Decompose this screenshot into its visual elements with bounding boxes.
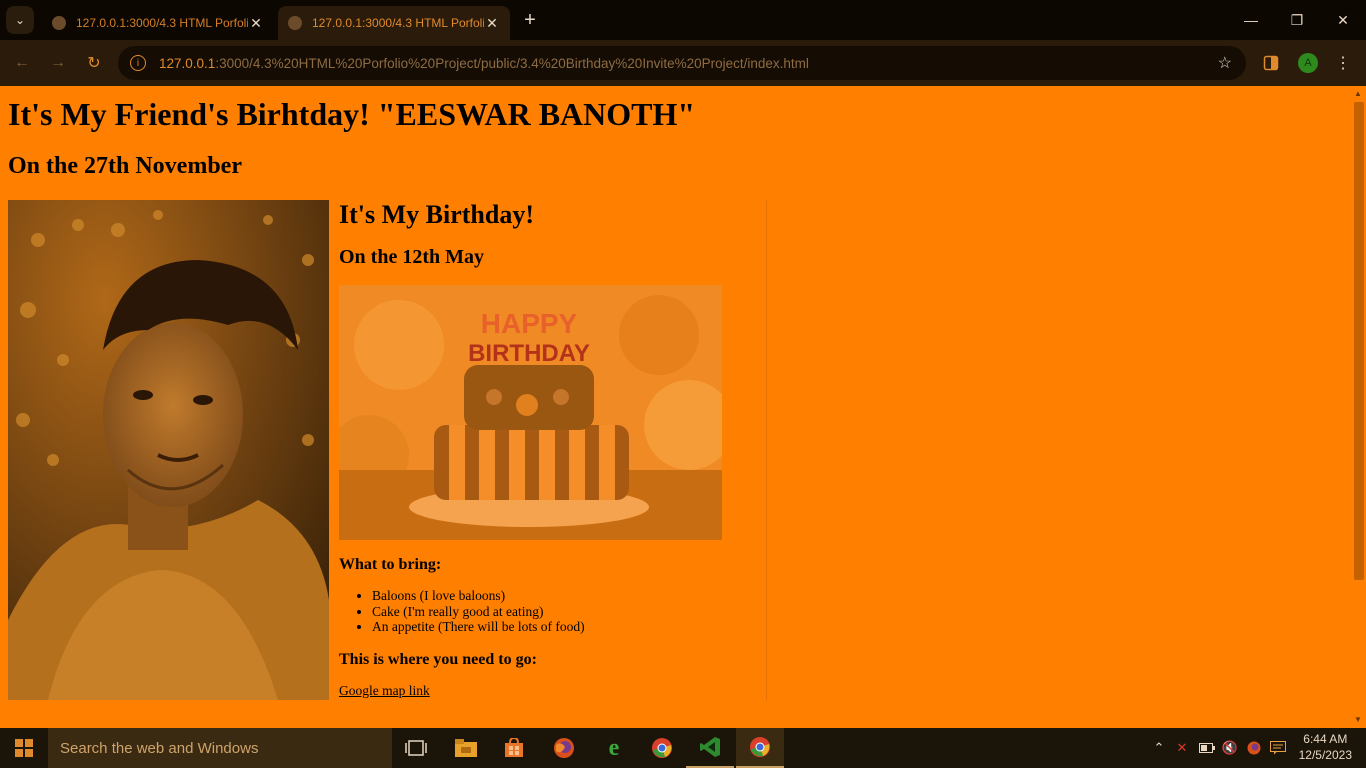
scrollbar-thumb[interactable] <box>1354 102 1364 580</box>
start-button[interactable] <box>0 728 48 768</box>
profile-avatar[interactable]: A <box>1298 53 1318 73</box>
firefox-tray-icon[interactable] <box>1245 739 1263 757</box>
edge-icon: e <box>608 734 620 761</box>
close-window-button[interactable]: ✕ <box>1320 0 1366 40</box>
task-view-icon <box>405 740 427 756</box>
scroll-down-arrow[interactable]: ▼ <box>1353 715 1363 725</box>
vscode-app[interactable] <box>686 728 734 768</box>
tab-title: 127.0.0.1:3000/4.3 HTML Porfolio <box>312 16 484 30</box>
search-placeholder: Search the web and Windows <box>60 739 259 757</box>
store-app[interactable] <box>490 728 538 768</box>
side-panel-icon[interactable] <box>1260 52 1282 74</box>
network-icon[interactable]: ✕ <box>1173 739 1191 757</box>
file-explorer-app[interactable] <box>442 728 490 768</box>
close-tab-icon[interactable]: ✕ <box>248 15 264 32</box>
chrome-app[interactable] <box>638 728 686 768</box>
forward-button[interactable]: → <box>46 51 70 75</box>
firefox-app[interactable] <box>540 728 588 768</box>
system-clock[interactable]: 6:44 AM 12/5/2023 <box>1299 731 1352 763</box>
globe-icon <box>288 16 302 30</box>
chrome-icon <box>652 738 672 758</box>
page-scrollbar[interactable]: ▲ ▼ <box>1350 86 1366 728</box>
restore-button[interactable]: ❐ <box>1274 0 1320 40</box>
scroll-up-arrow[interactable]: ▲ <box>1353 89 1363 99</box>
cake-happy-text: HAPPY <box>481 308 578 339</box>
google-map-link[interactable]: Google map link <box>339 683 430 699</box>
site-info-icon[interactable]: i <box>130 55 146 71</box>
clock-time: 6:44 AM <box>1303 732 1348 746</box>
tab-1[interactable]: 127.0.0.1:3000/4.3 HTML Porfolio ✕ <box>42 6 274 40</box>
back-button[interactable]: ← <box>10 51 34 75</box>
task-view-button[interactable] <box>392 728 440 768</box>
birthday-cake-image: HAPPY BIRTHDAY <box>339 285 722 540</box>
tab-strip: ⌄ 127.0.0.1:3000/4.3 HTML Porfolio ✕ 127… <box>0 0 1366 40</box>
url-host: 127.0.0.1 <box>159 55 216 71</box>
bring-list: Baloons (I love baloons) Cake (I'm reall… <box>372 588 585 635</box>
portrait-image <box>8 200 329 700</box>
tab-title: 127.0.0.1:3000/4.3 HTML Porfolio <box>76 16 248 30</box>
globe-icon <box>52 16 66 30</box>
new-tab-button[interactable]: + <box>518 8 542 32</box>
browser-toolbar: ← → ↻ i 127.0.0.1 :3000/4.3%20HTML%20Por… <box>0 40 1366 86</box>
friend-photo <box>8 200 329 700</box>
url-path: :3000/4.3%20HTML%20Porfolio%20Project/pu… <box>215 55 809 71</box>
address-bar[interactable]: i 127.0.0.1 :3000/4.3%20HTML%20Porfolio%… <box>118 46 1246 80</box>
list-item: An appetite (There will be lots of food) <box>372 619 585 635</box>
bring-heading: What to bring: <box>339 556 442 573</box>
battery-icon[interactable] <box>1198 739 1216 757</box>
firefox-icon <box>554 738 574 758</box>
list-item: Cake (I'm really good at eating) <box>372 604 585 620</box>
page-subheading: On the 27th November <box>8 153 242 179</box>
folder-icon <box>455 739 477 757</box>
edge-app[interactable]: e <box>590 728 638 768</box>
cake-image: HAPPY BIRTHDAY <box>339 285 722 540</box>
cake-birthday-text: BIRTHDAY <box>468 340 590 367</box>
menu-kebab-icon[interactable]: ⋮ <box>1332 52 1354 74</box>
chevron-up-icon[interactable]: ⌃ <box>1150 739 1168 757</box>
bookmark-star-icon[interactable]: ☆ <box>1218 53 1232 73</box>
page-heading: It's My Friend's Birhtday! "EESWAR BANOT… <box>8 96 696 132</box>
windows-taskbar: Search the web and Windows e ⌃ ✕ 🔇 6:44 … <box>0 728 1366 768</box>
windows-logo-icon <box>15 739 33 757</box>
clock-date: 12/5/2023 <box>1298 748 1352 762</box>
visual-studio-icon <box>700 737 720 757</box>
tab-2-active[interactable]: 127.0.0.1:3000/4.3 HTML Porfolio ✕ <box>278 6 510 40</box>
reload-button[interactable]: ↻ <box>82 51 106 75</box>
page-viewport: It's My Friend's Birhtday! "EESWAR BANOT… <box>0 86 1366 728</box>
card-subheading: On the 12th May <box>339 246 484 268</box>
chevron-down-icon: ⌄ <box>14 13 26 27</box>
chrome-icon <box>750 737 770 757</box>
taskbar-search[interactable]: Search the web and Windows <box>48 728 392 768</box>
close-tab-icon[interactable]: ✕ <box>484 15 500 32</box>
notifications-icon[interactable] <box>1269 739 1287 757</box>
volume-muted-icon[interactable]: 🔇 <box>1221 739 1239 757</box>
minimize-button[interactable]: — <box>1228 0 1274 40</box>
list-item: Baloons (I love baloons) <box>372 588 585 604</box>
tab-search-button[interactable]: ⌄ <box>6 6 34 34</box>
card-heading: It's My Birthday! <box>339 200 534 229</box>
go-heading: This is where you need to go: <box>339 651 537 668</box>
column-divider <box>766 200 767 700</box>
store-icon <box>505 738 523 757</box>
chrome-app-active[interactable] <box>736 728 784 768</box>
